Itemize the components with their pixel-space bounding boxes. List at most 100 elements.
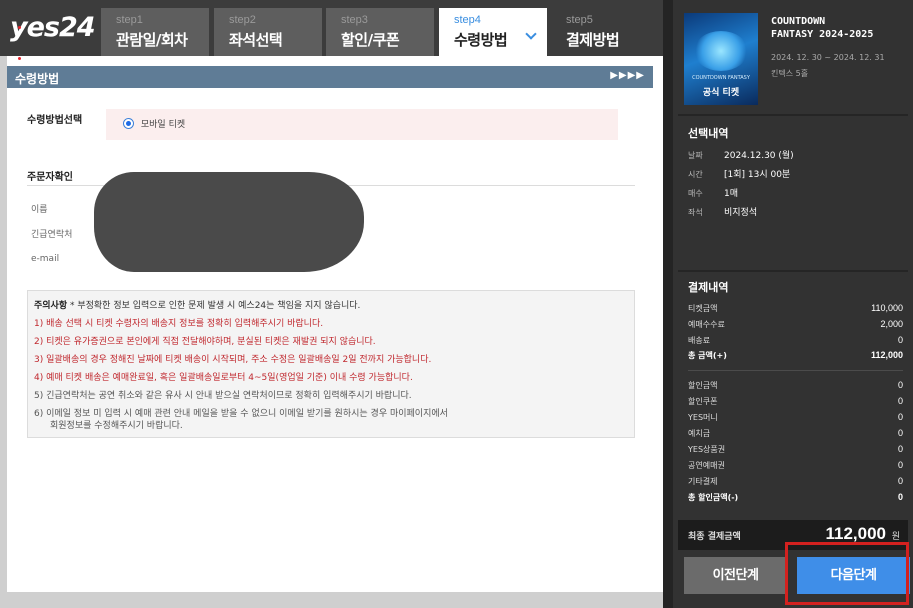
discount-value: 0 — [897, 476, 903, 486]
final-amount-label: 최종 결제금액 — [688, 532, 741, 542]
discount-row: 예치금 0 — [688, 428, 903, 439]
step-number: step1 — [116, 14, 143, 26]
selection-value: 비지정석 — [724, 208, 758, 218]
selection-heading: 선택내역 — [688, 127, 729, 140]
step-1-tab[interactable]: step1 관람일/회차 — [101, 8, 209, 56]
selection-row-seat: 좌석 비지정석 — [688, 205, 757, 218]
discount-row: YES머니 0 — [688, 412, 903, 423]
order-summary-sidebar: COUNTDOWN FANTASY 공식 티켓 COUNTDOWN FANTAS… — [663, 0, 913, 608]
event-title: COUNTDOWN FANTASY 2024-2025 — [771, 15, 913, 41]
step-label: 좌석선택 — [229, 31, 283, 49]
notice-item: 6) 이메일 정보 미 입력 시 예매 관련 안내 메일을 받을 수 없으니 이… — [34, 409, 448, 419]
name-field-label: 이름 — [31, 205, 48, 215]
discount-key: 공연예매권 — [688, 461, 725, 470]
discount-key: 할인쿠폰 — [688, 397, 718, 406]
discount-value: 0 — [897, 460, 903, 470]
discount-key: 할인금액 — [688, 381, 718, 390]
step-number: step4 — [454, 14, 481, 26]
redacted-personal-info — [94, 172, 364, 272]
step-3-tab[interactable]: step3 할인/쿠폰 — [326, 8, 434, 56]
notice-title-bold: 주의사항 — [34, 301, 68, 311]
selection-value: 2024.12.30 (월) — [724, 151, 794, 161]
notice-item: 3) 일괄배송의 경우 정해진 날짜에 티켓 배송이 시작되며, 주소 수정은 … — [34, 355, 432, 365]
sidebar-divider — [678, 270, 908, 272]
mobile-ticket-option-label[interactable]: 모바일 티켓 — [141, 120, 185, 130]
email-field-label: e-mail — [31, 254, 60, 264]
discount-value: 0 — [897, 412, 903, 422]
section-arrows-icon: ▶▶▶▶ — [610, 70, 645, 81]
bottom-frame — [0, 592, 663, 608]
notice-item: 4) 예매 티켓 배송은 예매완료일, 혹은 일괄배송일로부터 4~5일(영업일… — [34, 373, 413, 383]
notice-box: 주의사항 * 부정확한 정보 입력으로 인한 문제 발생 시 예스24는 책임을… — [27, 290, 635, 438]
currency-label: 원 — [891, 532, 900, 542]
discount-value: 0 — [897, 428, 903, 438]
selection-value: [1회] 13시 00분 — [724, 170, 791, 180]
payment-heading: 결제내역 — [688, 281, 729, 294]
section-header: 수령방법 ▶▶▶▶ — [7, 66, 653, 88]
step-label: 관람일/회차 — [116, 31, 188, 49]
discount-key: 예치금 — [688, 429, 711, 438]
step-4-tab[interactable]: step4 수령방법 — [439, 8, 547, 56]
payment-row: 티켓금액 110,000 — [688, 303, 903, 314]
payment-value: 2,000 — [880, 319, 903, 329]
event-date: 2024. 12. 30 ~ 2024. 12. 31 — [771, 53, 885, 62]
payment-key: 총 금액(+) — [688, 351, 727, 360]
logo-dots — [18, 5, 27, 60]
receive-method-label: 수령방법선택 — [27, 115, 83, 126]
payment-divider — [688, 370, 903, 371]
mobile-ticket-radio[interactable] — [123, 118, 134, 129]
payment-key: 예매수수료 — [688, 320, 725, 329]
section-title: 수령방법 — [15, 72, 60, 86]
previous-step-button[interactable]: 이전단계 — [684, 557, 787, 594]
payment-key: 배송료 — [688, 336, 711, 345]
discount-row: 공연예매권 0 — [688, 460, 903, 471]
final-amount-value: 112,000 — [825, 524, 886, 543]
selection-key: 매수 — [688, 189, 703, 198]
selection-value: 1매 — [724, 189, 739, 199]
step-label: 할인/쿠폰 — [341, 31, 400, 49]
payment-row: 배송료 0 — [688, 335, 903, 346]
selection-row-count: 매수 1매 — [688, 186, 738, 199]
step-5-tab[interactable]: step5 결제방법 — [551, 8, 659, 56]
yes24-logo[interactable]: yes24 — [10, 12, 96, 60]
payment-total-row: 총 금액(+) 112,000 — [688, 350, 903, 361]
notice-title: 주의사항 * 부정확한 정보 입력으로 인한 문제 발생 시 예스24는 책임을… — [34, 297, 634, 315]
discount-value: 0 — [897, 444, 903, 454]
selection-row-date: 날짜 2024.12.30 (월) — [688, 148, 794, 161]
notice-item: 2) 티켓은 유가증권으로 본인에게 직접 전달해야하며, 분실된 티켓은 재발… — [34, 337, 376, 347]
left-frame — [0, 56, 7, 608]
poster-subtitle: COUNTDOWN FANTASY — [692, 75, 750, 81]
discount-total-row: 총 할인금액(-) 0 — [688, 492, 903, 503]
sidebar-divider — [678, 114, 908, 116]
discount-value: 0 — [897, 380, 903, 390]
poster-graphic — [694, 31, 748, 71]
notice-item: 1) 배송 선택 시 티켓 수령자의 배송지 정보를 정확히 입력해주시기 바랍… — [34, 319, 324, 329]
final-amount-box: 최종 결제금액 112,000 원 — [678, 520, 908, 550]
emergency-contact-label: 긴급연락처 — [31, 230, 73, 240]
selection-key: 좌석 — [688, 208, 703, 217]
discount-key: YES상품권 — [688, 445, 726, 454]
step-label: 결제방법 — [566, 31, 620, 49]
discount-row: 기타결제 0 — [688, 476, 903, 487]
next-step-button[interactable]: 다음단계 — [797, 557, 910, 594]
step-number: step3 — [341, 14, 368, 26]
notice-item-continuation: 회원정보를 수정해주시기 바랍니다. — [50, 421, 183, 431]
discount-value: 0 — [897, 396, 903, 406]
notice-title-text: * 부정확한 정보 입력으로 인한 문제 발생 시 예스24는 책임을 지지 않… — [67, 301, 361, 311]
orderer-title: 주문자확인 — [27, 172, 73, 183]
notice-item: 5) 긴급연락처는 공연 취소와 같은 유사 시 안내 받으실 연락처이므로 정… — [34, 391, 412, 401]
event-venue: 킨텍스 5홀 — [771, 69, 809, 78]
step-number: step5 — [566, 14, 593, 26]
discount-key: 총 할인금액(-) — [688, 493, 739, 502]
discount-key: 기타결제 — [688, 477, 718, 486]
discount-row: 할인쿠폰 0 — [688, 396, 903, 407]
step-2-tab[interactable]: step2 좌석선택 — [214, 8, 322, 56]
step-number: step2 — [229, 14, 256, 26]
selection-key: 날짜 — [688, 151, 703, 160]
payment-value: 112,000 — [870, 350, 903, 360]
event-title-line1: COUNTDOWN — [771, 16, 826, 27]
selection-row-time: 시간 [1회] 13시 00분 — [688, 167, 790, 180]
poster-title: 공식 티켓 — [702, 88, 740, 98]
discount-key: YES머니 — [688, 413, 718, 422]
discount-row: YES상품권 0 — [688, 444, 903, 455]
